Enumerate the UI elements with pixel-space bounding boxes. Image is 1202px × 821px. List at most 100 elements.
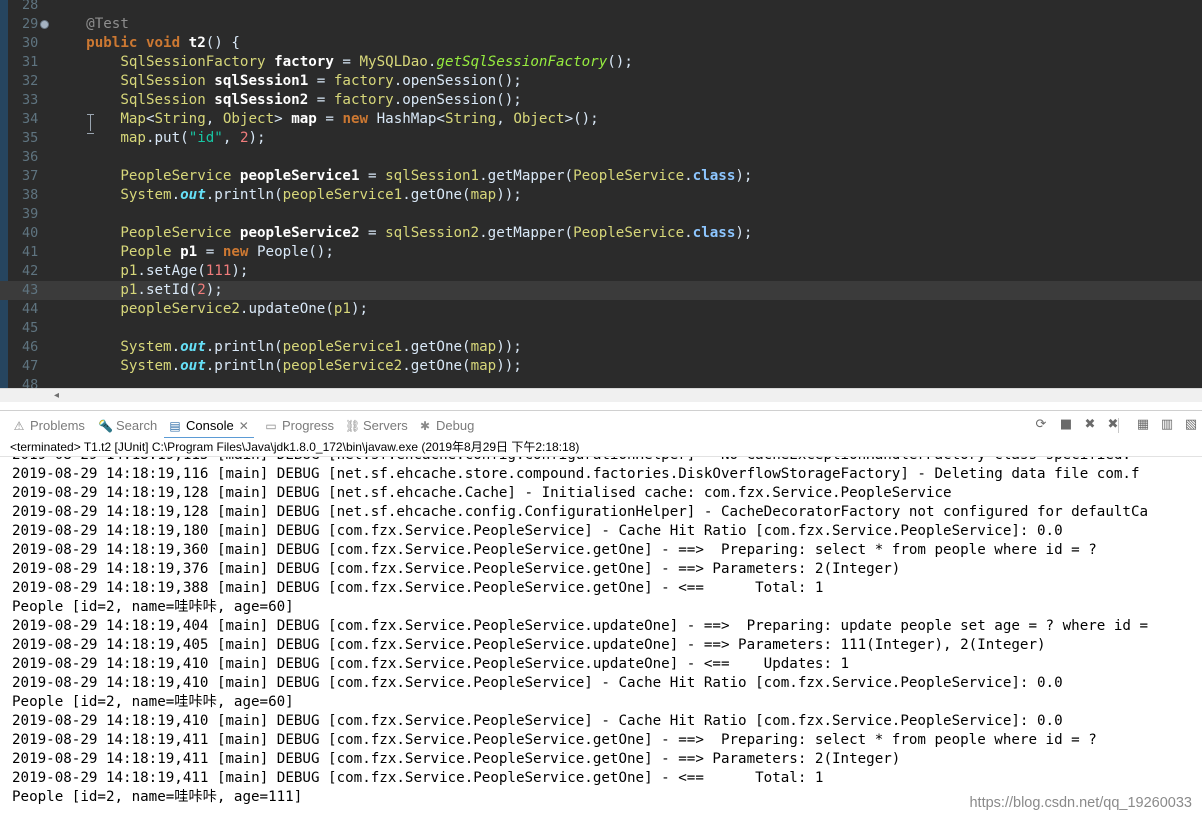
console-line: 2019-08-29 14:18:19,128 [main] DEBUG [ne…: [12, 504, 1149, 520]
console-line: People [id=2, name=哇咔咔, age=60]: [12, 599, 294, 615]
code-token: PeopleService: [573, 225, 685, 241]
console-line: 2019-08-29 14:18:19,410 [main] DEBUG [co…: [12, 675, 1063, 691]
console-line: 2019-08-29 14:18:19,128 [main] DEBUG [ne…: [12, 485, 952, 501]
close-tab-icon[interactable]: ✕: [239, 417, 249, 435]
code-token: );: [350, 301, 369, 317]
code-token: out: [180, 358, 206, 374]
pin-icon[interactable]: ⟳: [1032, 416, 1050, 434]
scroll-left-icon[interactable]: ◂: [54, 390, 59, 401]
progress-icon: ▭: [265, 419, 277, 433]
code-token: sqlSession2: [385, 225, 480, 241]
override-marker-icon[interactable]: [40, 20, 49, 29]
code-line[interactable]: 32 SqlSession sqlSession1 = factory.open…: [0, 72, 1202, 91]
code-line[interactable]: 36: [0, 148, 1202, 167]
code-lines: 28 29 @Test 30 public void t2() {31 SqlSes…: [0, 0, 1202, 388]
console-line: People [id=2, name=哇咔咔, age=60]: [12, 694, 294, 710]
code-line[interactable]: 28: [0, 0, 1202, 15]
code-token: .: [171, 187, 181, 203]
code-token: .println(: [205, 358, 283, 374]
line-number: 33: [22, 92, 39, 108]
code-line[interactable]: 31 SqlSessionFactory factory = MySQLDao.…: [0, 53, 1202, 72]
editor-horizontal-scrollbar[interactable]: ◂: [0, 388, 1202, 402]
code-text: PeopleService peopleService1 = sqlSessio…: [52, 167, 752, 186]
remove-all-icon[interactable]: ✖: [1104, 416, 1122, 434]
code-token: factory: [274, 54, 334, 70]
code-token: peopleService1: [239, 168, 360, 184]
code-token: SqlSession: [52, 92, 215, 108]
terminate-icon[interactable]: ■: [1057, 416, 1075, 434]
code-text: System.out.println(peopleService1.getOne…: [52, 338, 522, 357]
code-text: SqlSession sqlSession1 = factory.openSes…: [52, 72, 522, 91]
debug-icon: ✱: [419, 419, 431, 433]
line-number: 45: [22, 320, 39, 336]
code-line[interactable]: 35 map.put("id", 2);: [0, 129, 1202, 148]
text-cursor-icon: [87, 114, 95, 134]
code-line[interactable]: 38 System.out.println(peopleService1.get…: [0, 186, 1202, 205]
code-token: );: [248, 130, 266, 146]
code-editor[interactable]: 28 29 @Test 30 public void t2() {31 SqlSes…: [0, 0, 1202, 388]
code-token: new: [222, 244, 258, 260]
code-line[interactable]: 45: [0, 319, 1202, 338]
tab-servers[interactable]: ⛓ Servers: [343, 417, 408, 435]
code-line[interactable]: 44 peopleService2.updateOne(p1);: [0, 300, 1202, 319]
code-token: p1: [52, 282, 138, 298]
tab-problems[interactable]: ⚠ Problems: [10, 417, 85, 435]
remove-launch-icon[interactable]: ✖: [1081, 416, 1099, 434]
code-line[interactable]: 33 SqlSession sqlSession2 = factory.open…: [0, 91, 1202, 110]
code-text: public void t2() {: [52, 34, 240, 53]
code-line[interactable]: 41 People p1 = new People();: [0, 243, 1202, 262]
code-token: .getOne(: [402, 339, 471, 355]
watermark: https://blog.csdn.net/qq_19260033: [969, 795, 1192, 811]
problems-icon: ⚠: [13, 419, 25, 433]
console-line: 2019-08-29 14:18:19,411 [main] DEBUG [co…: [12, 732, 1097, 748]
code-token: PeopleService: [52, 225, 240, 241]
code-token: );: [205, 282, 223, 298]
code-token: .: [171, 358, 181, 374]
code-token: );: [735, 168, 753, 184]
code-line[interactable]: 40 PeopleService peopleService2 = sqlSes…: [0, 224, 1202, 243]
tab-progress[interactable]: ▭ Progress: [262, 417, 334, 435]
code-line[interactable]: 48: [0, 376, 1202, 388]
code-token: map: [52, 130, 146, 146]
code-token: ,: [205, 111, 223, 127]
code-line[interactable]: 47 System.out.println(peopleService2.get…: [0, 357, 1202, 376]
code-token: >();: [564, 111, 599, 127]
tab-console[interactable]: ▤ Console ✕: [166, 417, 249, 435]
code-line[interactable]: 30 public void t2() {: [0, 34, 1202, 53]
code-token: factory: [333, 73, 394, 89]
line-number: 46: [22, 339, 39, 355]
clear-console-icon[interactable]: ▦: [1134, 416, 1152, 434]
console-output[interactable]: 2019-08-29 14:18:19,115 [main] DEBUG [ne…: [0, 457, 1202, 821]
line-number: 48: [22, 377, 39, 388]
code-token: PeopleService: [52, 168, 240, 184]
code-token: public void: [52, 35, 189, 51]
tab-label: Console: [186, 418, 234, 433]
code-token: HashMap<: [376, 111, 445, 127]
code-line[interactable]: 43 p1.setId(2);: [0, 281, 1202, 300]
scroll-lock-icon[interactable]: ▥: [1158, 416, 1176, 434]
code-line[interactable]: 46 System.out.println(peopleService1.get…: [0, 338, 1202, 357]
code-token: .openSession();: [393, 73, 522, 89]
code-token: String: [444, 111, 497, 127]
console-process-label: <terminated> T1.t2 [JUnit] C:\Program Fi…: [0, 438, 1202, 457]
code-token: sqlSession1: [385, 168, 480, 184]
code-line[interactable]: 42 p1.setAge(111);: [0, 262, 1202, 281]
code-token: peopleService2: [239, 225, 360, 241]
code-line[interactable]: 39: [0, 205, 1202, 224]
code-token: .openSession();: [393, 92, 522, 108]
console-line: 2019-08-29 14:18:19,388 [main] DEBUG [co…: [12, 580, 824, 596]
word-wrap-icon[interactable]: ▧: [1182, 416, 1200, 434]
code-token: p1: [180, 244, 198, 260]
code-token: new: [342, 111, 377, 127]
tab-search[interactable]: 🔦 Search: [96, 417, 157, 435]
code-line[interactable]: 34 Map<String, Object> map = new HashMap…: [0, 110, 1202, 129]
code-token: );: [735, 225, 753, 241]
tab-label: Problems: [30, 418, 85, 433]
code-token: MySQLDao: [359, 54, 428, 70]
code-line[interactable]: 29 @Test: [0, 15, 1202, 34]
tab-label: Search: [116, 418, 158, 433]
line-number: 44: [22, 301, 39, 317]
tab-debug[interactable]: ✱ Debug: [416, 417, 474, 435]
code-token: .: [684, 225, 693, 241]
code-line[interactable]: 37 PeopleService peopleService1 = sqlSes…: [0, 167, 1202, 186]
